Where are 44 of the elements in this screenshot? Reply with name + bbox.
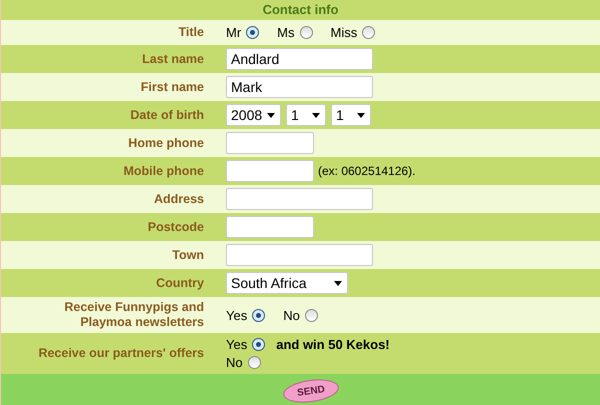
caret-icon — [312, 112, 320, 118]
field-label: Last name — [142, 52, 204, 66]
option-label: Yes — [226, 337, 248, 352]
field-label: First name — [140, 80, 204, 94]
radio-button[interactable] — [252, 338, 266, 351]
text-field[interactable] — [226, 216, 314, 238]
field-label: Receive Funnypigs and Playmoa newsletters — [64, 300, 204, 329]
caret-icon — [357, 112, 365, 118]
field-label: Town — [172, 248, 204, 262]
field-label: Country — [156, 276, 204, 290]
radio-button[interactable] — [300, 26, 313, 39]
text-field[interactable] — [226, 160, 314, 182]
option-label: No — [226, 355, 243, 370]
radio-button[interactable] — [246, 26, 260, 39]
caret-icon — [334, 280, 342, 286]
offer-note: and win 50 Kekos! — [276, 337, 390, 352]
radio-button[interactable] — [362, 26, 376, 39]
dropdown[interactable]: 2008 — [226, 104, 281, 126]
option-label: Mr — [226, 25, 242, 40]
field-label: Mobile phone — [123, 164, 204, 178]
text-field[interactable] — [226, 244, 373, 266]
text-field[interactable] — [226, 188, 373, 210]
section-header: Contact info — [1, 0, 600, 20]
dropdown[interactable]: 1 — [286, 104, 326, 126]
radio-button[interactable] — [248, 356, 261, 369]
text-field[interactable] — [226, 132, 314, 154]
text-field[interactable]: Mark — [226, 76, 373, 98]
caret-icon — [267, 112, 275, 118]
field-label: Postcode — [148, 220, 204, 234]
field-label: Home phone — [128, 136, 204, 150]
field-hint: (ex: 0602514126). — [318, 164, 416, 178]
text-field[interactable]: Andlard — [226, 48, 373, 70]
option-label: Miss — [330, 25, 358, 40]
radio-button[interactable] — [252, 308, 266, 322]
field-label: Address — [154, 192, 204, 206]
radio-button[interactable] — [304, 308, 318, 322]
field-label: Date of birth — [130, 108, 204, 122]
option-label: Ms — [277, 25, 295, 40]
dropdown[interactable]: 1 — [331, 104, 371, 126]
field-label: Receive our partners' offers — [38, 346, 204, 360]
field-label: Title — [178, 25, 204, 39]
dropdown[interactable]: South Africa — [226, 272, 348, 294]
option-label: Yes — [226, 308, 248, 322]
option-label: No — [283, 308, 300, 322]
